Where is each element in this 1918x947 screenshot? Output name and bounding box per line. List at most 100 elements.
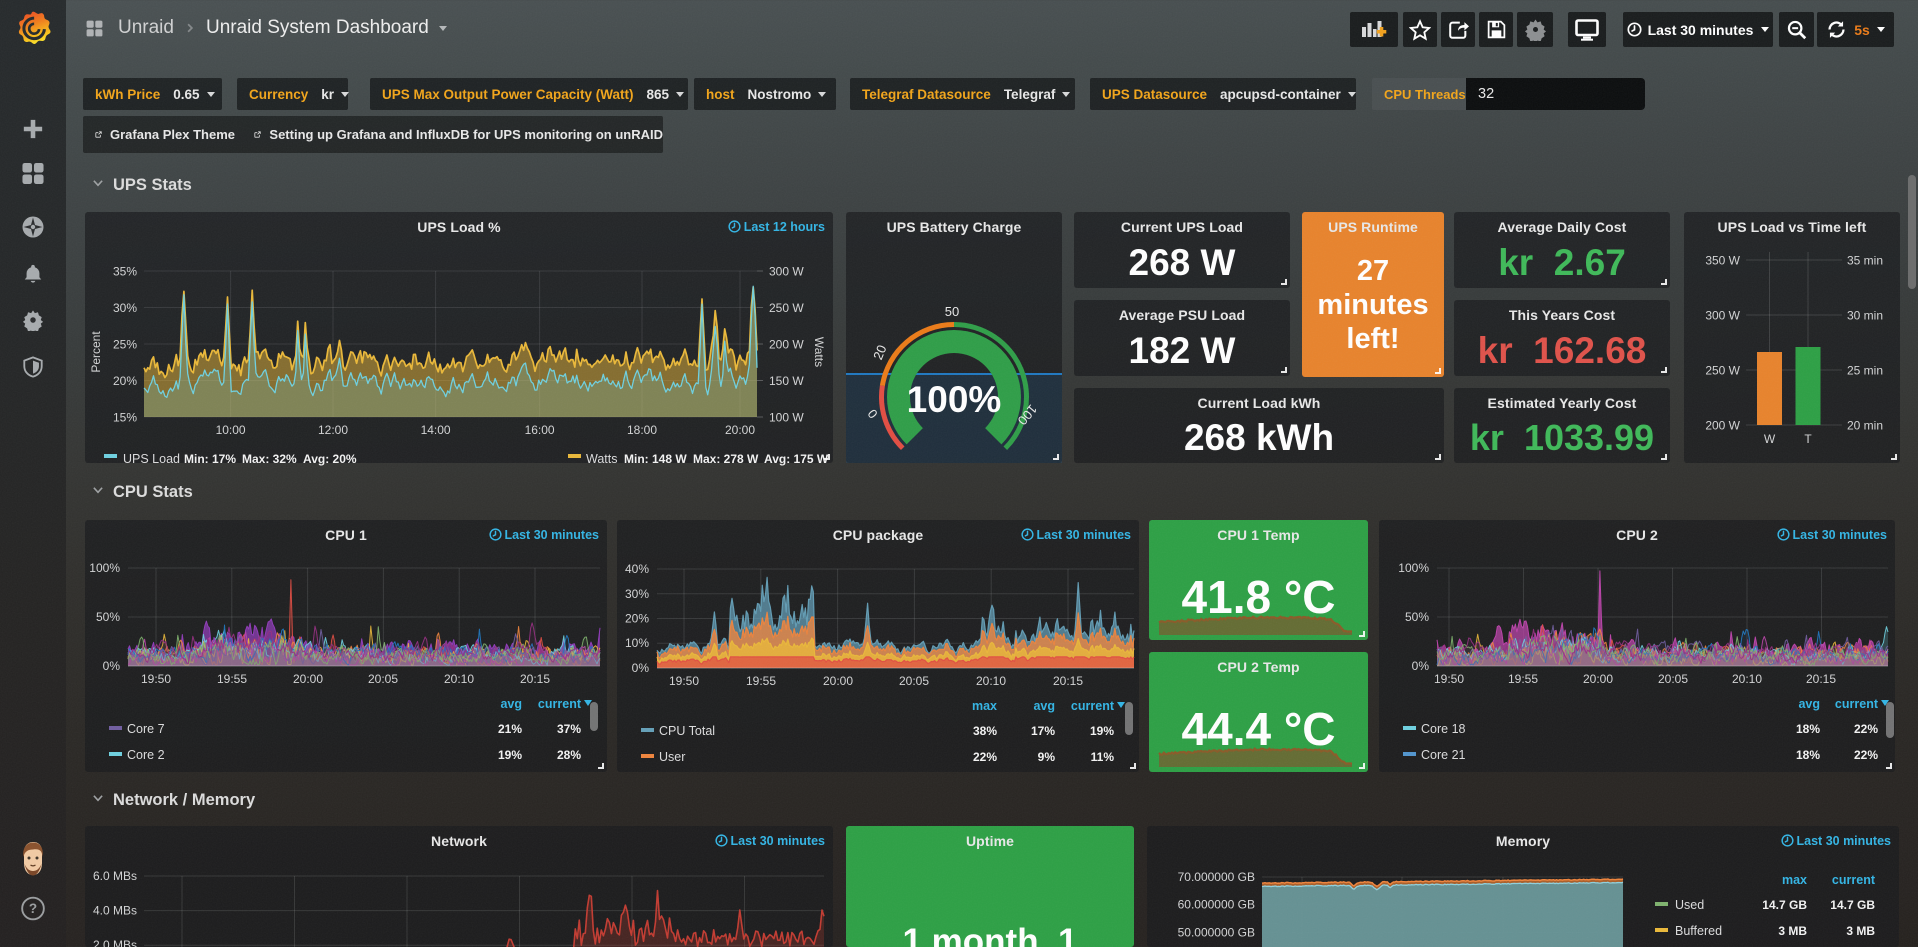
svg-text:19%: 19% [1090, 724, 1114, 738]
svg-text:3 MB: 3 MB [1846, 924, 1875, 938]
svg-text:Core 7: Core 7 [127, 722, 165, 736]
svg-text:10:00: 10:00 [216, 423, 246, 437]
svg-text:18:00: 18:00 [627, 423, 657, 437]
svg-text:20:00: 20:00 [293, 672, 323, 686]
svg-text:70.000000 GB: 70.000000 GB [1178, 870, 1255, 884]
svg-text:20:05: 20:05 [368, 672, 398, 686]
svg-text:?: ? [29, 901, 37, 916]
svg-text:20:10: 20:10 [1732, 672, 1762, 686]
svg-text:14:00: 14:00 [421, 423, 451, 437]
svg-text:20: 20 [870, 343, 889, 362]
svg-text:20%: 20% [625, 612, 649, 626]
svg-text:20:10: 20:10 [976, 674, 1006, 688]
svg-text:200 W: 200 W [769, 338, 804, 352]
svg-text:11%: 11% [1091, 750, 1115, 764]
svg-text:30%: 30% [625, 587, 649, 601]
svg-text:avg: avg [1033, 699, 1055, 713]
svg-text:Used: Used [1675, 898, 1704, 912]
svg-text:300 W: 300 W [769, 265, 804, 279]
svg-text:22%: 22% [1854, 722, 1878, 736]
svg-text:50%: 50% [1405, 610, 1429, 624]
svg-text:avg: avg [500, 697, 522, 711]
svg-text:current: current [538, 697, 582, 711]
svg-text:Watts: Watts [812, 337, 826, 367]
svg-text:19:50: 19:50 [1434, 672, 1464, 686]
svg-text:16:00: 16:00 [525, 423, 555, 437]
svg-text:19:50: 19:50 [141, 672, 171, 686]
svg-text:30%: 30% [113, 301, 137, 315]
svg-text:100 W: 100 W [769, 411, 804, 425]
svg-text:Buffered: Buffered [1675, 924, 1722, 938]
svg-text:0%: 0% [103, 659, 121, 673]
svg-text:50: 50 [945, 304, 959, 319]
svg-text:18%: 18% [1796, 748, 1820, 762]
svg-text:14.7 GB: 14.7 GB [1830, 898, 1875, 912]
svg-text:22%: 22% [1854, 748, 1878, 762]
svg-text:Core 18: Core 18 [1421, 722, 1466, 736]
svg-text:15%: 15% [113, 411, 137, 425]
svg-text:current: current [1071, 699, 1115, 713]
svg-text:18%: 18% [1796, 722, 1820, 736]
svg-text:40%: 40% [625, 562, 649, 576]
svg-text:14.7 GB: 14.7 GB [1762, 898, 1807, 912]
svg-text:50.000000 GB: 50.000000 GB [1178, 925, 1255, 939]
svg-text:20 min: 20 min [1847, 419, 1883, 433]
svg-text:19%: 19% [498, 748, 522, 762]
svg-text:Min: 17%: Min: 17% [184, 452, 236, 466]
svg-text:20%: 20% [113, 374, 137, 388]
svg-text:3 MB: 3 MB [1778, 924, 1807, 938]
svg-text:4.0 MBs: 4.0 MBs [93, 904, 137, 918]
svg-text:12:00: 12:00 [318, 423, 348, 437]
svg-text:0%: 0% [1412, 659, 1430, 673]
svg-text:250 W: 250 W [1705, 364, 1740, 378]
svg-text:W: W [1764, 432, 1776, 446]
svg-text:0%: 0% [632, 661, 650, 675]
svg-text:21%: 21% [498, 722, 522, 736]
svg-text:100%: 100% [89, 561, 120, 575]
svg-text:Max: 32%: Max: 32% [242, 452, 297, 466]
svg-text:28%: 28% [557, 748, 581, 762]
svg-text:current: current [1832, 873, 1876, 887]
svg-text:CPU Total: CPU Total [659, 724, 715, 738]
svg-text:20:00: 20:00 [1583, 672, 1613, 686]
svg-text:20:00: 20:00 [823, 674, 853, 688]
svg-text:17%: 17% [1031, 724, 1055, 738]
svg-text:19:55: 19:55 [217, 672, 247, 686]
svg-text:Max: 278 W: Max: 278 W [693, 452, 759, 466]
svg-text:38%: 38% [973, 724, 997, 738]
svg-text:150 W: 150 W [769, 374, 804, 388]
svg-text:Avg: 175 W: Avg: 175 W [764, 452, 829, 466]
svg-text:max: max [972, 699, 997, 713]
svg-text:250 W: 250 W [769, 301, 804, 315]
svg-text:Percent: Percent [89, 331, 103, 373]
svg-text:19:55: 19:55 [1508, 672, 1538, 686]
svg-text:current: current [1835, 697, 1879, 711]
svg-text:19:55: 19:55 [746, 674, 776, 688]
svg-text:Core 2: Core 2 [127, 748, 165, 762]
svg-text:20:05: 20:05 [899, 674, 929, 688]
svg-text:60.000000 GB: 60.000000 GB [1178, 898, 1255, 912]
svg-text:350 W: 350 W [1705, 254, 1740, 268]
svg-text:avg: avg [1798, 697, 1820, 711]
svg-text:35 min: 35 min [1847, 254, 1883, 268]
svg-text:30 min: 30 min [1847, 309, 1883, 323]
svg-text:20:05: 20:05 [1658, 672, 1688, 686]
svg-text:100%: 100% [1398, 561, 1429, 575]
svg-text:Avg: 20%: Avg: 20% [303, 452, 357, 466]
svg-text:200 W: 200 W [1705, 419, 1740, 433]
svg-text:Watts: Watts [586, 452, 617, 466]
svg-text:10%: 10% [625, 636, 649, 650]
svg-text:20:15: 20:15 [1053, 674, 1083, 688]
svg-text:100%: 100% [907, 379, 1002, 420]
svg-text:19:50: 19:50 [669, 674, 699, 688]
svg-text:20:15: 20:15 [520, 672, 550, 686]
svg-text:37%: 37% [557, 722, 581, 736]
svg-text:2.0 MBs: 2.0 MBs [93, 938, 137, 947]
svg-text:UPS Load: UPS Load [123, 452, 180, 466]
svg-text:Core 21: Core 21 [1421, 748, 1466, 762]
svg-text:9%: 9% [1038, 750, 1056, 764]
svg-text:20:00: 20:00 [725, 423, 755, 437]
svg-text:T: T [1804, 432, 1812, 446]
svg-text:User: User [659, 750, 685, 764]
svg-text:Min: 148 W: Min: 148 W [624, 452, 687, 466]
